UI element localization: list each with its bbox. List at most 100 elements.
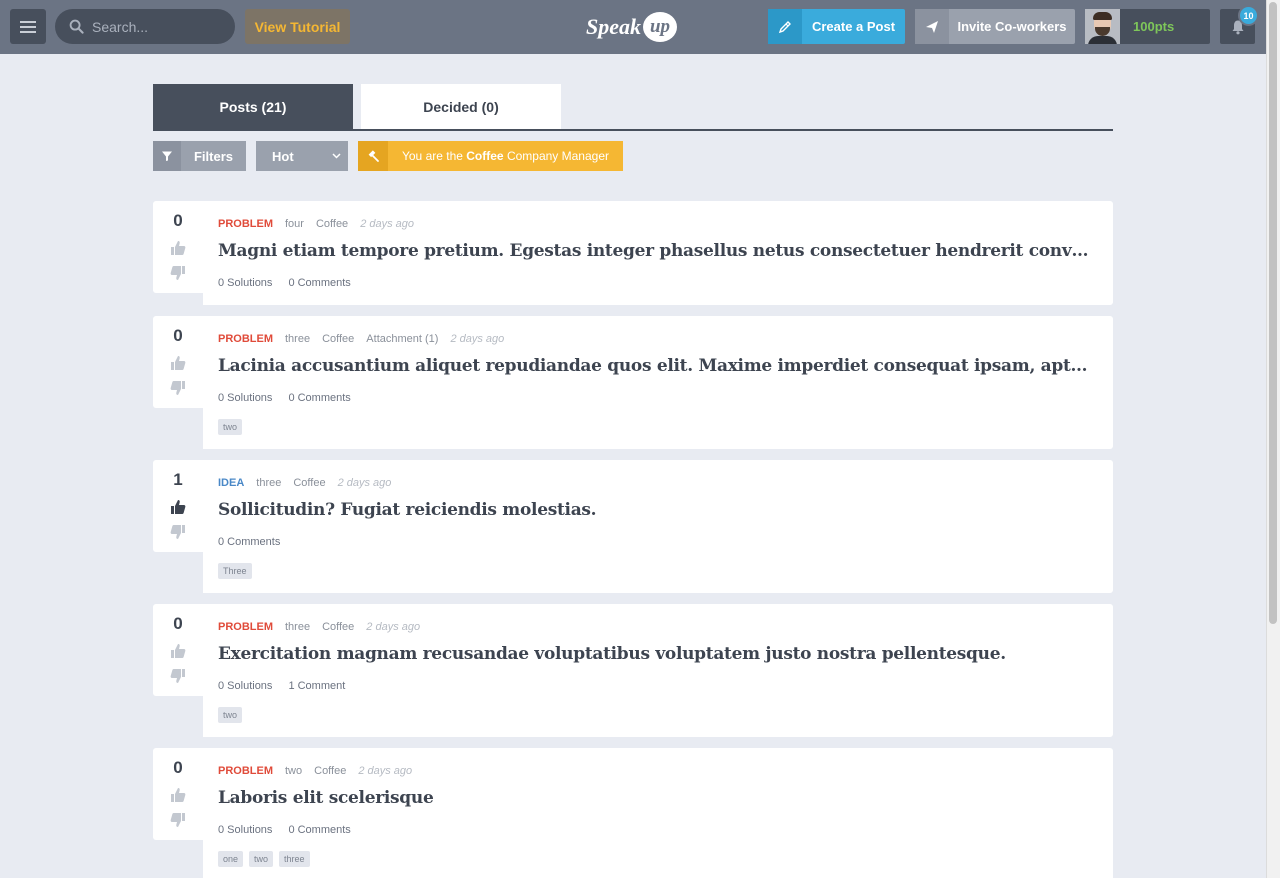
post-tag[interactable]: two <box>218 707 243 723</box>
post-meta-row: IDEA three Coffee 2 days ago <box>218 477 391 489</box>
tab-divider <box>153 129 1113 131</box>
vote-count: 0 <box>173 326 183 345</box>
post-type-label[interactable]: IDEA <box>218 477 244 489</box>
sort-value: Hot <box>272 148 294 164</box>
manager-notice-text: You are the Coffee Company Manager <box>401 149 609 163</box>
post-item[interactable]: 1 IDEA three Coffee 2 days ago Sollicitud… <box>153 460 1113 593</box>
post-tag[interactable]: Three <box>218 563 252 579</box>
thumbs-down-icon[interactable] <box>169 811 187 829</box>
paper-plane-icon <box>915 9 949 44</box>
post-meta[interactable]: Coffee <box>293 477 325 489</box>
avatar <box>1085 9 1120 44</box>
post-meta[interactable]: three <box>285 621 310 633</box>
post-item[interactable]: 0 PROBLEM four Coffee 2 days ago Magni et… <box>153 201 1113 305</box>
top-navigation-bar: Search... View Tutorial Speak up Create … <box>0 0 1266 54</box>
thumbs-up-icon[interactable] <box>169 498 187 516</box>
post-meta[interactable]: three <box>285 333 310 345</box>
gavel-icon <box>358 141 388 171</box>
post-meta-row: PROBLEM two Coffee 2 days ago <box>218 765 412 777</box>
post-count-link[interactable]: 0 Solutions <box>218 277 272 289</box>
post-item[interactable]: 0 PROBLEM three Coffee 2 days ago Exercit… <box>153 604 1113 737</box>
post-count-link[interactable]: 0 Solutions <box>218 392 272 404</box>
hamburger-menu-icon[interactable] <box>10 9 46 44</box>
thumbs-down-icon[interactable] <box>169 264 187 282</box>
post-timestamp: 2 days ago <box>358 765 413 777</box>
vote-count: 0 <box>173 614 183 633</box>
post-meta[interactable]: Coffee <box>322 333 354 345</box>
vote-count: 1 <box>173 470 183 489</box>
post-type-label[interactable]: PROBLEM <box>218 218 273 230</box>
logo-word: Speak <box>586 14 641 39</box>
post-item[interactable]: 0 PROBLEM three Coffee Attachment (1) 2 da… <box>153 316 1113 449</box>
post-meta[interactable]: four <box>285 218 304 230</box>
post-meta-row: PROBLEM four Coffee 2 days ago <box>218 218 414 230</box>
filters-label: Filters <box>193 148 233 164</box>
thumbs-up-icon[interactable] <box>169 354 187 372</box>
post-title[interactable]: Exercitation magnam recusandae voluptati… <box>218 644 1098 664</box>
post-count-link[interactable]: 1 Comment <box>288 680 345 692</box>
manager-notice: You are the Coffee Company Manager <box>358 141 623 171</box>
post-tag[interactable]: two <box>218 419 243 435</box>
post-counts: 0 Solutions 0 Comments <box>218 277 367 289</box>
post-meta[interactable]: Coffee <box>322 621 354 633</box>
post-title[interactable]: Magni etiam tempore pretium. Egestas int… <box>218 241 1098 261</box>
search-input[interactable]: Search... <box>55 9 235 44</box>
post-type-label[interactable]: PROBLEM <box>218 333 273 345</box>
vote-panel: 0 <box>153 604 203 696</box>
view-tutorial-button[interactable]: View Tutorial <box>245 9 350 44</box>
post-card[interactable]: IDEA three Coffee 2 days ago Sollicitudin… <box>203 460 1113 593</box>
post-card[interactable]: PROBLEM three Coffee Attachment (1) 2 days… <box>203 316 1113 449</box>
post-meta[interactable]: Coffee <box>316 218 348 230</box>
user-points: 100pts <box>1133 19 1175 34</box>
chevron-down-icon <box>324 153 348 159</box>
sort-select[interactable]: Hot <box>256 141 348 171</box>
post-timestamp: 2 days ago <box>337 477 392 489</box>
post-title[interactable]: Lacinia accusantium aliquet repudiandae … <box>218 356 1098 376</box>
post-tag[interactable]: three <box>279 851 310 867</box>
search-icon <box>69 19 84 34</box>
post-tag[interactable]: two <box>249 851 274 867</box>
post-card[interactable]: PROBLEM three Coffee 2 days ago Exercitat… <box>203 604 1113 737</box>
post-tags: Three <box>218 563 252 579</box>
post-card[interactable]: PROBLEM two Coffee 2 days ago Laboris eli… <box>203 748 1113 878</box>
filters-button[interactable]: Filters <box>153 141 246 171</box>
post-count-link[interactable]: 0 Comments <box>218 536 280 548</box>
post-tags: two <box>218 419 243 435</box>
post-count-link[interactable]: 0 Comments <box>288 277 350 289</box>
post-counts: 0 Comments <box>218 536 296 548</box>
thumbs-up-icon[interactable] <box>169 239 187 257</box>
invite-label: Invite Co-workers <box>957 19 1067 34</box>
thumbs-down-icon[interactable] <box>169 379 187 397</box>
tab-decided[interactable]: Decided (0) <box>361 84 561 129</box>
thumbs-up-icon[interactable] <box>169 786 187 804</box>
post-counts: 0 Solutions 0 Comments <box>218 392 367 404</box>
post-title[interactable]: Sollicitudin? Fugiat reiciendis molestia… <box>218 500 1098 520</box>
post-count-link[interactable]: 0 Solutions <box>218 680 272 692</box>
thumbs-up-icon[interactable] <box>169 642 187 660</box>
scrollbar-thumb[interactable] <box>1269 2 1277 624</box>
notification-count-badge: 10 <box>1238 5 1259 26</box>
post-meta[interactable]: Attachment (1) <box>366 333 438 345</box>
tab-posts[interactable]: Posts (21) <box>153 84 353 129</box>
post-title[interactable]: Laboris elit scelerisque <box>218 788 1098 808</box>
post-item[interactable]: 0 PROBLEM two Coffee 2 days ago Laboris e… <box>153 748 1113 878</box>
invite-coworkers-button[interactable]: Invite Co-workers <box>915 9 1075 44</box>
post-timestamp: 2 days ago <box>360 218 415 230</box>
post-count-link[interactable]: 0 Solutions <box>218 824 272 836</box>
post-count-link[interactable]: 0 Comments <box>288 392 350 404</box>
post-meta[interactable]: three <box>256 477 281 489</box>
post-counts: 0 Solutions 0 Comments <box>218 824 367 836</box>
post-type-label[interactable]: PROBLEM <box>218 621 273 633</box>
thumbs-down-icon[interactable] <box>169 523 187 541</box>
post-meta-row: PROBLEM three Coffee 2 days ago <box>218 621 420 633</box>
post-meta[interactable]: Coffee <box>314 765 346 777</box>
thumbs-down-icon[interactable] <box>169 667 187 685</box>
create-post-button[interactable]: Create a Post <box>768 9 905 44</box>
post-tag[interactable]: one <box>218 851 244 867</box>
speakup-logo[interactable]: Speak up <box>586 10 677 44</box>
post-card[interactable]: PROBLEM four Coffee 2 days ago Magni etia… <box>203 201 1113 305</box>
post-count-link[interactable]: 0 Comments <box>288 824 350 836</box>
user-profile-button[interactable]: 100pts <box>1085 9 1210 44</box>
post-type-label[interactable]: PROBLEM <box>218 765 273 777</box>
post-meta[interactable]: two <box>285 765 302 777</box>
